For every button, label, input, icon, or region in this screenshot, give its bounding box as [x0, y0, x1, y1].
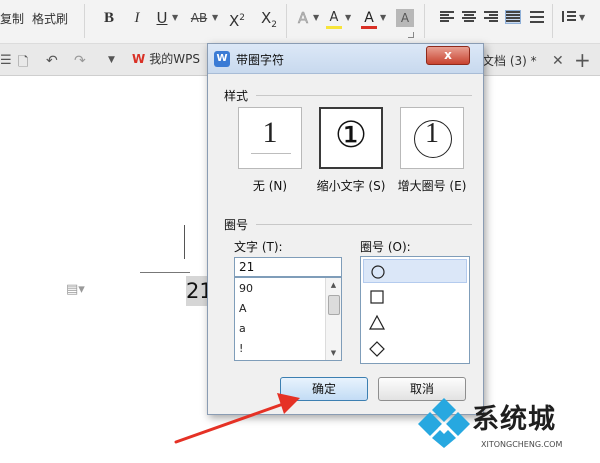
annotation-arrow: [174, 393, 300, 444]
app-window: 复制 格式刷 B I U ▼ AB ▼ X2 X2 A ▼ A ▼ A ▼ A: [0, 0, 600, 463]
watermark-logo-icon: [418, 398, 470, 448]
watermark-url: XITONGCHENG.COM: [481, 440, 563, 449]
watermark-brand: 系统城: [472, 404, 556, 435]
